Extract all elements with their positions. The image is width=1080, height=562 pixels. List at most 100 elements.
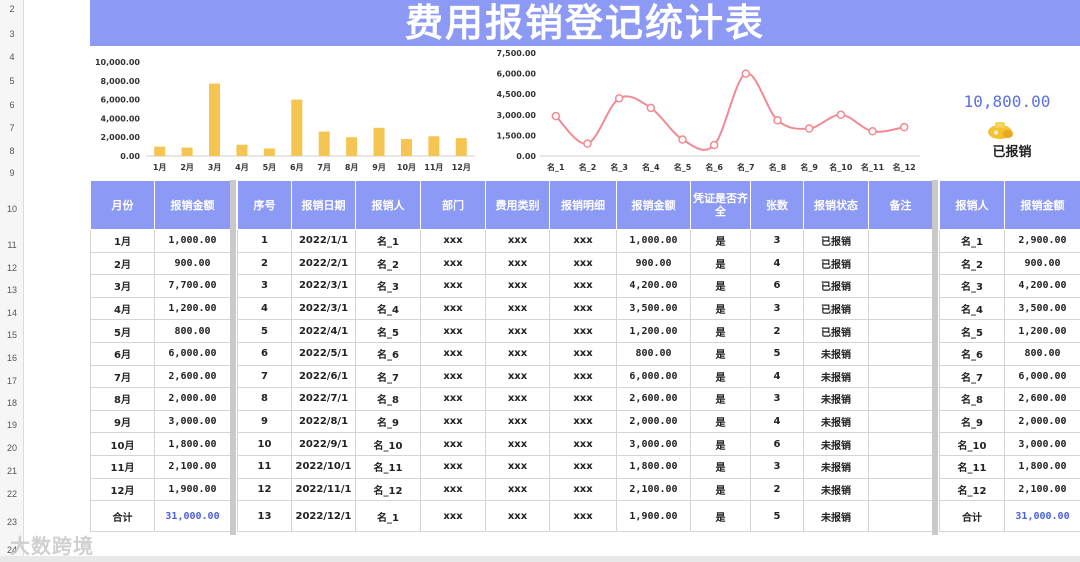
table-cell[interactable] (868, 500, 933, 533)
table-cell[interactable]: 是 (690, 296, 751, 321)
table-cell[interactable]: 6 (750, 432, 804, 456)
table-cell[interactable]: 2 (237, 251, 292, 276)
column-header[interactable]: 报销日期 (291, 180, 356, 230)
table-cell[interactable]: 名_10 (939, 432, 1005, 456)
table-cell[interactable]: 名_7 (355, 364, 421, 389)
table-cell[interactable]: 1,000.00 (154, 229, 231, 253)
table-cell[interactable] (868, 477, 933, 502)
table-cell[interactable]: xxx (420, 296, 486, 321)
table-cell[interactable]: 是 (690, 477, 751, 502)
table-cell[interactable]: 2,000.00 (154, 387, 231, 411)
table-cell[interactable]: 1,800.00 (154, 432, 231, 456)
row-number[interactable]: 21 (0, 466, 24, 476)
table-cell[interactable]: 名_1 (355, 500, 421, 533)
table-cell[interactable]: 4 (750, 409, 804, 434)
table-cell[interactable]: 800.00 (154, 319, 231, 343)
table-cell[interactable]: 3 (750, 387, 804, 411)
table-cell[interactable]: 名_3 (355, 274, 421, 298)
table-cell[interactable]: 6 (750, 274, 804, 298)
table-cell[interactable]: xxx (549, 477, 617, 502)
row-number[interactable]: 3 (0, 29, 24, 39)
table-cell[interactable]: 是 (690, 364, 751, 389)
row-number[interactable]: 5 (0, 76, 24, 86)
table-cell[interactable]: 未报销 (803, 409, 869, 434)
table-cell[interactable]: 11月 (90, 454, 155, 479)
column-header[interactable]: 张数 (750, 180, 804, 230)
row-number[interactable]: 12 (0, 263, 24, 273)
row-number[interactable]: 22 (0, 489, 24, 499)
table-cell[interactable]: 7月 (90, 364, 155, 389)
column-header[interactable]: 报销金额 (616, 180, 691, 230)
table-cell[interactable]: 是 (690, 387, 751, 411)
table-cell[interactable]: 2022/7/1 (291, 387, 356, 411)
column-header[interactable]: 备注 (868, 180, 933, 230)
table-cell[interactable]: xxx (420, 229, 486, 253)
table-cell[interactable]: xxx (485, 387, 550, 411)
table-cell[interactable]: 名_8 (355, 387, 421, 411)
table-cell[interactable]: 名_7 (939, 364, 1005, 389)
column-header[interactable]: 报销明细 (549, 180, 617, 230)
table-cell[interactable]: 3,500.00 (616, 296, 691, 321)
table-cell[interactable] (868, 341, 933, 366)
total-value[interactable]: 31,000.00 (154, 500, 231, 533)
column-header[interactable]: 费用类别 (485, 180, 550, 230)
table-cell[interactable]: 名_8 (939, 387, 1005, 411)
table-cell[interactable]: 1,900.00 (154, 477, 231, 502)
table-cell[interactable]: xxx (420, 251, 486, 276)
table-cell[interactable]: 名_1 (355, 229, 421, 253)
table-cell[interactable]: xxx (485, 500, 550, 533)
table-cell[interactable]: xxx (420, 432, 486, 456)
table-cell[interactable]: 800.00 (616, 341, 691, 366)
table-cell[interactable]: 2,600.00 (154, 364, 231, 389)
table-cell[interactable]: 名_9 (939, 409, 1005, 434)
total-label[interactable]: 合计 (939, 500, 1005, 533)
table-cell[interactable]: 是 (690, 319, 751, 343)
table-cell[interactable]: xxx (485, 454, 550, 479)
table-cell[interactable]: 1,900.00 (616, 500, 691, 533)
table-cell[interactable]: 9月 (90, 409, 155, 434)
table-cell[interactable]: 已报销 (803, 229, 869, 253)
table-cell[interactable]: 名_4 (355, 296, 421, 321)
table-cell[interactable]: xxx (420, 477, 486, 502)
table-cell[interactable]: 6 (237, 341, 292, 366)
table-cell[interactable]: 1,800.00 (616, 454, 691, 479)
column-header[interactable]: 凭证是否齐全 (690, 180, 751, 230)
column-header[interactable]: 报销金额 (1004, 180, 1080, 230)
table-cell[interactable]: 2,600.00 (1004, 387, 1080, 411)
row-number[interactable]: 15 (0, 330, 24, 340)
total-label[interactable]: 合计 (90, 500, 155, 533)
table-cell[interactable]: 名_4 (939, 296, 1005, 321)
table-cell[interactable]: 名_12 (939, 477, 1005, 502)
table-cell[interactable]: 已报销 (803, 296, 869, 321)
table-cell[interactable]: 是 (690, 251, 751, 276)
table-cell[interactable]: 4 (750, 364, 804, 389)
table-cell[interactable]: 名_10 (355, 432, 421, 456)
table-cell[interactable]: xxx (549, 274, 617, 298)
table-cell[interactable]: 是 (690, 274, 751, 298)
table-cell[interactable]: 7,700.00 (154, 274, 231, 298)
table-cell[interactable]: 7 (237, 364, 292, 389)
table-cell[interactable]: 3,000.00 (154, 409, 231, 434)
table-cell[interactable]: xxx (549, 364, 617, 389)
table-cell[interactable] (868, 296, 933, 321)
table-cell[interactable]: 3 (237, 274, 292, 298)
table-cell[interactable]: 3,500.00 (1004, 296, 1080, 321)
row-number[interactable]: 2 (0, 4, 24, 14)
table-cell[interactable]: 2022/3/1 (291, 274, 356, 298)
column-header[interactable]: 报销状态 (803, 180, 869, 230)
table-cell[interactable]: xxx (485, 364, 550, 389)
table-cell[interactable]: 5 (750, 500, 804, 533)
table-cell[interactable]: 未报销 (803, 477, 869, 502)
table-cell[interactable]: xxx (485, 274, 550, 298)
table-cell[interactable]: 2,100.00 (1004, 477, 1080, 502)
table-cell[interactable]: xxx (485, 477, 550, 502)
table-cell[interactable]: 未报销 (803, 500, 869, 533)
table-cell[interactable]: 2022/4/1 (291, 319, 356, 343)
total-value[interactable]: 31,000.00 (1004, 500, 1080, 533)
table-cell[interactable]: 6月 (90, 341, 155, 366)
table-cell[interactable]: 4 (750, 251, 804, 276)
table-cell[interactable]: xxx (420, 319, 486, 343)
table-cell[interactable]: 2022/8/1 (291, 409, 356, 434)
table-cell[interactable]: 名_2 (355, 251, 421, 276)
table-cell[interactable]: 名_11 (939, 454, 1005, 479)
